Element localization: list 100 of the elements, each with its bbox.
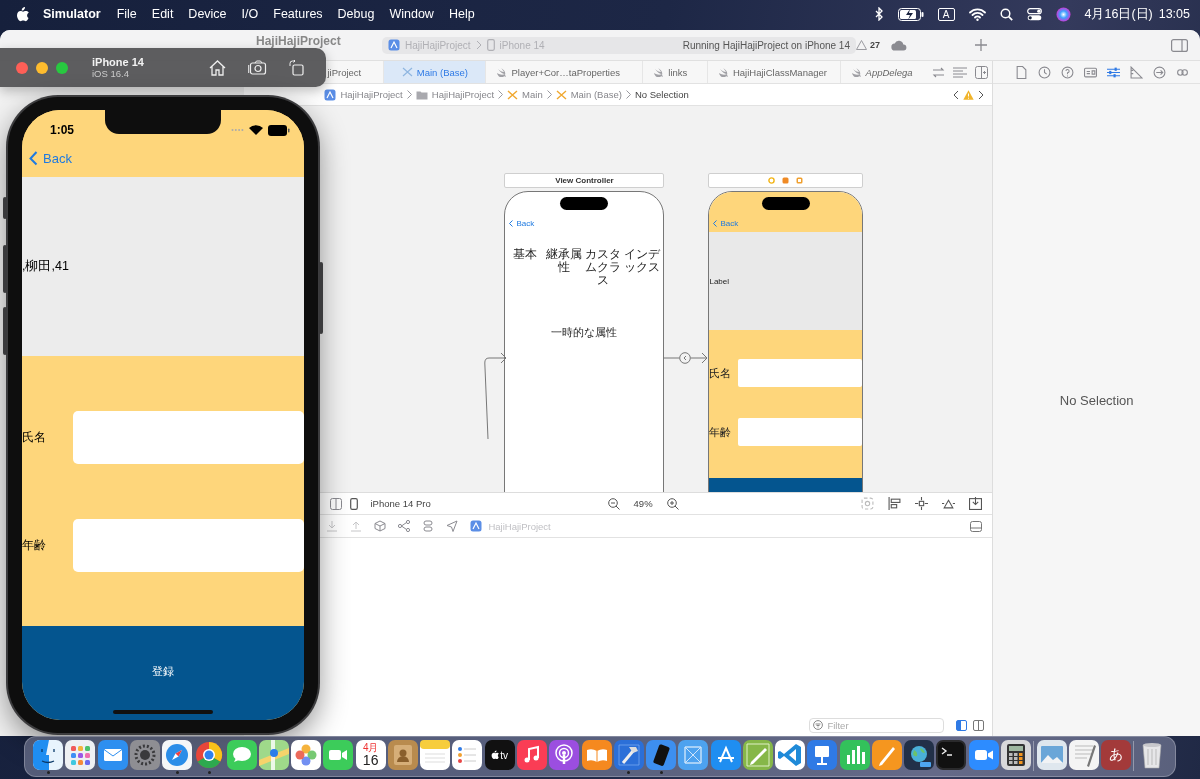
editor-tab[interactable]: HajiHajiClassManager — [707, 61, 841, 83]
triangle-icon[interactable] — [942, 497, 956, 510]
phone-blueprint-icon[interactable] — [646, 740, 677, 770]
notepad-icon[interactable] — [420, 740, 451, 770]
menu-item[interactable]: File — [116, 7, 137, 21]
kana-icon[interactable]: あ — [1101, 740, 1132, 770]
menu-item[interactable]: Device — [188, 7, 227, 21]
search-icon[interactable] — [999, 7, 1013, 21]
compass-icon[interactable] — [162, 740, 193, 770]
breadcrumb-item[interactable]: Main — [522, 89, 543, 100]
split-editor-icon[interactable] — [975, 65, 989, 79]
filter-field[interactable]: Filter — [809, 717, 945, 733]
document-pen-icon[interactable] — [1068, 740, 1099, 770]
embed-icon[interactable] — [969, 497, 983, 510]
breadcrumb-item[interactable]: HajiHajiProject — [340, 89, 403, 100]
breadcrumb-item[interactable]: HajiHajiProject — [431, 89, 495, 100]
broadcast-icon[interactable] — [549, 740, 580, 770]
phone-icon[interactable] — [350, 497, 359, 510]
editor-tab[interactable]: links — [643, 61, 708, 83]
help-icon[interactable] — [1061, 65, 1075, 79]
text-field[interactable] — [73, 411, 304, 464]
toggle-icon[interactable] — [422, 520, 435, 532]
terminal-icon[interactable] — [936, 740, 967, 770]
a-glyph-icon[interactable] — [710, 740, 741, 770]
editor-tab[interactable]: AppDelega — [840, 61, 929, 83]
menu-item[interactable]: Debug — [337, 7, 375, 21]
cube-icon[interactable] — [374, 520, 387, 532]
location-icon[interactable] — [446, 520, 459, 532]
arrow-circle-icon[interactable] — [1153, 65, 1167, 79]
chevron-right-icon[interactable] — [978, 89, 985, 100]
envelope-icon[interactable] — [97, 740, 128, 770]
sliders-icon[interactable] — [1107, 65, 1121, 79]
panel-icon[interactable] — [970, 520, 983, 532]
calculator-icon[interactable] — [1000, 740, 1031, 770]
hammer-blueprint-icon[interactable] — [613, 740, 644, 770]
editor-tab[interactable]: Main (Base) — [383, 61, 487, 83]
register-button[interactable]: 登録 — [22, 626, 304, 720]
screenshot-icon[interactable] — [248, 60, 267, 75]
checklist-icon[interactable] — [452, 740, 483, 770]
breadcrumb-item[interactable]: No Selection — [634, 89, 689, 100]
align-icon[interactable] — [888, 497, 902, 510]
app-grid-icon[interactable] — [65, 740, 96, 770]
flower-icon[interactable] — [291, 740, 322, 770]
menu-item[interactable]: Features — [273, 7, 323, 21]
wifi-icon[interactable] — [968, 7, 986, 21]
cloud-icon[interactable] — [891, 39, 907, 51]
bar-chart-icon[interactable] — [839, 740, 870, 770]
ruler-icon[interactable] — [1130, 65, 1144, 79]
sidebar-icon[interactable] — [1171, 38, 1188, 52]
chevron-left-icon[interactable] — [953, 89, 960, 100]
zoom-button[interactable] — [56, 61, 68, 74]
add-icon[interactable] — [975, 39, 987, 51]
tv-icon[interactable]: tv — [484, 740, 515, 770]
menu-item[interactable]: Edit — [151, 7, 174, 21]
swap-arrows-icon[interactable] — [932, 66, 946, 78]
nodes-icon[interactable] — [398, 520, 411, 532]
home-icon[interactable] — [209, 59, 226, 76]
color-ring-icon[interactable] — [194, 740, 225, 770]
zoom-in-icon[interactable] — [666, 497, 679, 510]
podium-icon[interactable] — [807, 740, 838, 770]
menu-bar-clock[interactable]: 13:05 — [1158, 7, 1190, 21]
text-field[interactable] — [73, 519, 304, 572]
split-left-icon[interactable] — [956, 719, 968, 731]
speech-bubble-icon[interactable] — [226, 740, 257, 770]
video-camera-icon[interactable] — [323, 740, 354, 770]
editor-tab[interactable]: Player+Cor…taProperties — [486, 61, 644, 83]
clock-icon[interactable] — [1038, 65, 1052, 79]
address-book-icon[interactable] — [387, 740, 418, 770]
pin-icon[interactable] — [915, 497, 929, 510]
battery-icon[interactable] — [897, 7, 924, 21]
bluetooth-icon[interactable] — [874, 7, 884, 21]
rotate-icon[interactable] — [289, 59, 304, 76]
drafting-icon[interactable] — [678, 740, 709, 770]
zoom-out-icon[interactable] — [607, 497, 620, 510]
menu-item[interactable]: Help — [448, 7, 475, 21]
toggles-icon[interactable] — [1026, 7, 1042, 21]
breadcrumb-item[interactable]: Main (Base) — [570, 89, 622, 100]
card-icon[interactable] — [1084, 65, 1098, 79]
pencil-sketch-icon[interactable] — [742, 740, 773, 770]
menu-bar-date[interactable]: 4月16日(日) — [1084, 5, 1153, 23]
split-view-icon[interactable] — [330, 497, 343, 510]
menu-item[interactable]: I/O — [241, 7, 259, 21]
photo-viewer-icon[interactable] — [1036, 740, 1067, 770]
split-panel-icon[interactable] — [33, 740, 63, 770]
calendar-icon[interactable]: 4月 16 — [355, 740, 386, 770]
app-menu[interactable]: Simulator — [43, 7, 101, 21]
video-icon[interactable] — [968, 740, 999, 770]
warning-count[interactable]: 27 — [870, 40, 880, 50]
ribbon-icon[interactable] — [775, 740, 806, 770]
apple-icon[interactable] — [16, 6, 29, 22]
device-selector[interactable]: iPhone 14 Pro — [370, 498, 431, 509]
input-source-indicator[interactable]: A — [937, 7, 955, 21]
open-book-icon[interactable] — [581, 740, 612, 770]
music-note-icon[interactable] — [517, 740, 547, 770]
pen-icon[interactable] — [871, 740, 902, 770]
gear-icon[interactable] — [129, 740, 160, 770]
globe-icon[interactable] — [904, 740, 935, 770]
orb-icon[interactable] — [1055, 6, 1071, 22]
split-right-icon[interactable] — [973, 719, 985, 731]
map-icon[interactable] — [258, 740, 289, 770]
